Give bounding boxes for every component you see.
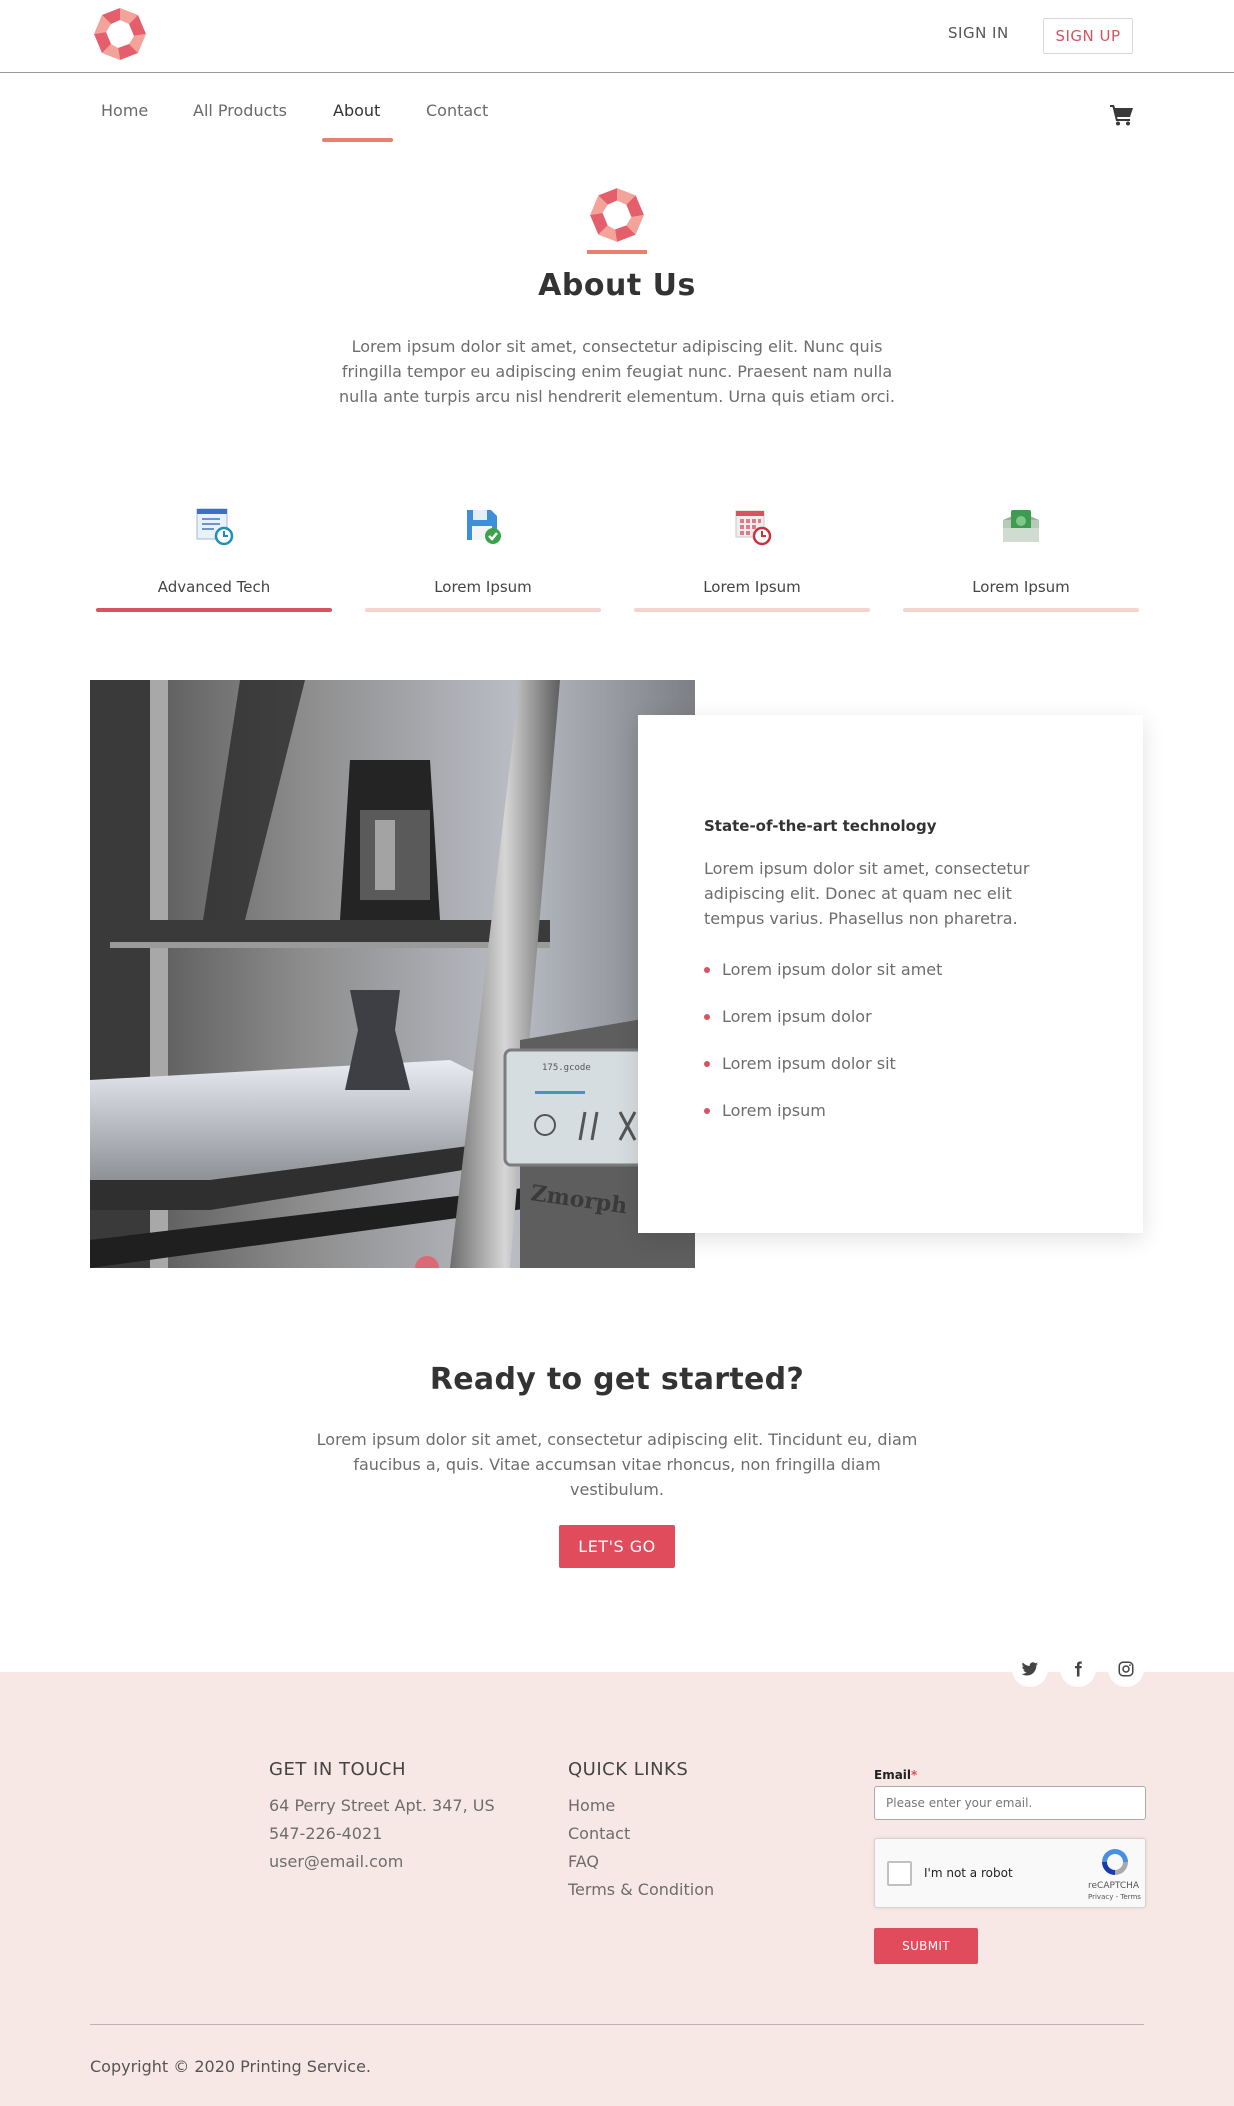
list-item: Lorem ipsum dolor xyxy=(704,1005,942,1052)
cta-title: Ready to get started? xyxy=(429,1362,805,1397)
nav-active-indicator xyxy=(322,138,393,142)
feature-indicator xyxy=(903,608,1139,612)
lets-go-button[interactable]: LET'S GO xyxy=(559,1525,675,1568)
3d-printer-photo: 175.gcode Zmorph xyxy=(90,680,695,1268)
tech-description: Lorem ipsum dolor sit amet, consectetur … xyxy=(704,859,1030,928)
twitter-button[interactable] xyxy=(1012,1651,1048,1687)
feature-label: Advanced Tech xyxy=(157,578,271,596)
footer-divider xyxy=(90,2024,1144,2025)
recaptcha-widget: I'm not a robot reCAPTCHA Privacy - Term… xyxy=(874,1838,1146,1908)
quick-links-heading: QUICK LINKS xyxy=(568,1759,689,1780)
nav-item-about[interactable]: About xyxy=(333,101,380,120)
nav-item-contact[interactable]: Contact xyxy=(426,101,488,120)
footer: GET IN TOUCH 64 Perry Street Apt. 347, U… xyxy=(0,1672,1234,2106)
feature-label: Lorem Ipsum xyxy=(703,578,801,596)
about-title: About Us xyxy=(538,268,696,303)
captcha-terms-link[interactable]: Privacy - Terms xyxy=(1088,1893,1141,1901)
feature-indicator xyxy=(634,608,870,612)
copyright-text: Copyright © 2020 Printing Service. xyxy=(90,2057,372,2076)
contact-address: 64 Perry Street Apt. 347, US xyxy=(269,1796,495,1815)
contact-phone: 547-226-4021 xyxy=(269,1824,383,1843)
instagram-icon xyxy=(1118,1661,1134,1677)
feature-indicator xyxy=(365,608,601,612)
footer-link-contact[interactable]: Contact xyxy=(568,1824,630,1843)
feature-indicator xyxy=(96,608,332,612)
list-item: Lorem ipsum xyxy=(704,1099,942,1146)
feature-label: Lorem Ipsum xyxy=(972,578,1070,596)
captcha-label: I'm not a robot xyxy=(924,1866,1013,1880)
money-icon xyxy=(1003,510,1039,542)
sign-in-link[interactable]: SIGN IN xyxy=(948,24,1009,42)
get-in-touch-heading: GET IN TOUCH xyxy=(269,1759,406,1780)
required-mark: * xyxy=(911,1768,918,1782)
save-check-icon xyxy=(467,510,501,544)
about-logo-icon xyxy=(590,188,644,242)
document-clock-icon xyxy=(196,508,234,546)
contact-email: user@email.com xyxy=(269,1852,404,1871)
footer-link-terms[interactable]: Terms & Condition xyxy=(568,1880,714,1899)
brand-logo-icon[interactable] xyxy=(92,6,148,62)
tech-feature-list: Lorem ipsum dolor sit amet Lorem ipsum d… xyxy=(704,958,942,1146)
email-field[interactable] xyxy=(874,1786,1146,1820)
feature-tab-2[interactable]: Lorem Ipsum xyxy=(365,498,601,614)
feature-tab-4[interactable]: Lorem Ipsum xyxy=(903,498,1139,614)
email-field-label: Email* xyxy=(874,1768,917,1782)
about-logo-underline xyxy=(587,250,647,254)
calendar-clock-icon xyxy=(735,510,772,546)
feature-label: Lorem Ipsum xyxy=(434,578,532,596)
main-nav: Home All Products About Contact xyxy=(0,74,1234,144)
footer-link-faq[interactable]: FAQ xyxy=(568,1852,599,1871)
sign-up-button[interactable]: SIGN UP xyxy=(1043,18,1133,54)
facebook-button[interactable] xyxy=(1060,1651,1096,1687)
feature-tab-advanced-tech[interactable]: Advanced Tech xyxy=(96,498,332,614)
submit-button[interactable]: SUBMIT xyxy=(874,1928,978,1964)
top-bar: SIGN IN SIGN UP xyxy=(0,0,1234,73)
nav-item-home[interactable]: Home xyxy=(101,101,148,120)
cta-description: Lorem ipsum dolor sit amet, consectetur … xyxy=(316,1430,918,1499)
list-item: Lorem ipsum dolor sit xyxy=(704,1052,942,1099)
twitter-icon xyxy=(1021,1662,1039,1676)
email-label-text: Email xyxy=(874,1768,912,1782)
facebook-icon xyxy=(1075,1661,1082,1677)
tech-title: State-of-the-art technology xyxy=(704,817,937,835)
feature-tab-3[interactable]: Lorem Ipsum xyxy=(634,498,870,614)
recaptcha-icon xyxy=(1102,1849,1128,1875)
captcha-checkbox[interactable] xyxy=(887,1861,912,1886)
nav-item-all-products[interactable]: All Products xyxy=(193,101,287,120)
footer-link-home[interactable]: Home xyxy=(568,1796,615,1815)
about-description: Lorem ipsum dolor sit amet, consectetur … xyxy=(339,337,895,406)
3d-printer-illustration: 175.gcode Zmorph xyxy=(90,680,695,1268)
tech-info-card: State-of-the-art technology Lorem ipsum … xyxy=(638,715,1143,1233)
printer-screen-text: 175.gcode xyxy=(542,1063,591,1073)
cart-icon[interactable] xyxy=(1110,104,1134,126)
instagram-button[interactable] xyxy=(1108,1651,1144,1687)
list-item: Lorem ipsum dolor sit amet xyxy=(704,958,942,1005)
captcha-brand: reCAPTCHA xyxy=(1088,1881,1140,1891)
